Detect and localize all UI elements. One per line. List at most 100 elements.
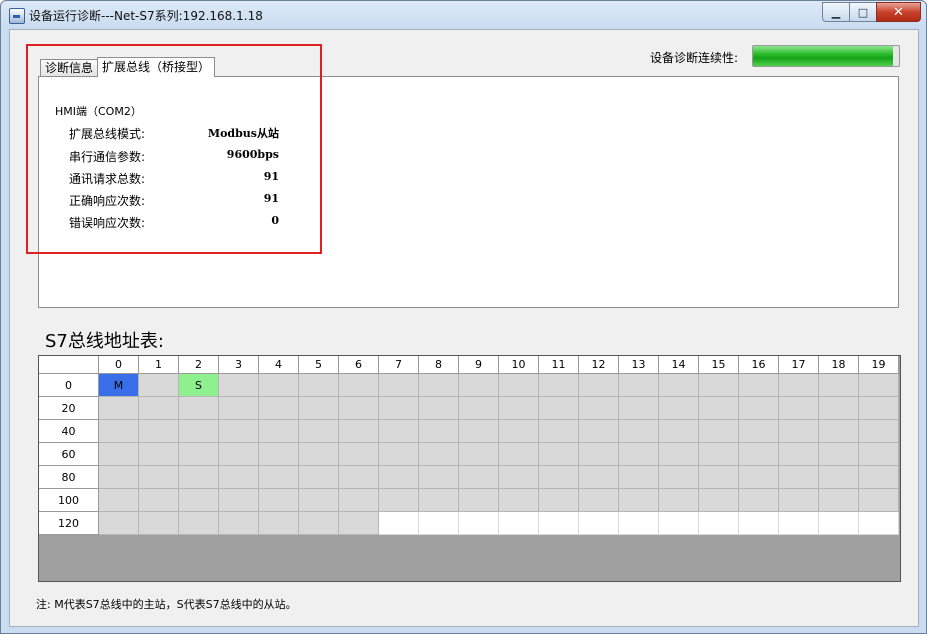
address-cell[interactable] xyxy=(338,488,379,512)
address-cell[interactable] xyxy=(178,488,219,512)
address-cell[interactable] xyxy=(258,488,299,512)
maximize-button[interactable]: □ xyxy=(849,2,877,22)
address-cell[interactable] xyxy=(498,373,539,397)
address-cell[interactable] xyxy=(418,396,459,420)
address-cell[interactable] xyxy=(338,396,379,420)
address-cell[interactable] xyxy=(698,442,739,466)
address-cell[interactable] xyxy=(818,465,859,489)
address-cell[interactable] xyxy=(178,396,219,420)
address-cell[interactable] xyxy=(778,396,819,420)
address-cell[interactable] xyxy=(618,488,659,512)
address-cell[interactable] xyxy=(818,488,859,512)
close-button[interactable]: ✕ xyxy=(876,2,921,22)
address-cell[interactable] xyxy=(98,511,139,535)
address-cell[interactable] xyxy=(858,511,899,535)
address-cell[interactable] xyxy=(778,488,819,512)
address-cell[interactable] xyxy=(738,511,779,535)
address-cell[interactable] xyxy=(258,396,299,420)
address-cell[interactable] xyxy=(778,442,819,466)
address-cell[interactable] xyxy=(618,373,659,397)
address-cell[interactable] xyxy=(418,488,459,512)
address-cell[interactable] xyxy=(738,442,779,466)
address-cell[interactable] xyxy=(298,465,339,489)
address-cell[interactable] xyxy=(858,488,899,512)
address-cell[interactable] xyxy=(138,442,179,466)
master-station-cell[interactable]: M xyxy=(98,373,139,397)
address-cell[interactable] xyxy=(698,373,739,397)
address-cell[interactable] xyxy=(738,419,779,443)
address-cell[interactable] xyxy=(178,465,219,489)
address-cell[interactable] xyxy=(258,465,299,489)
address-cell[interactable] xyxy=(858,373,899,397)
address-cell[interactable] xyxy=(98,488,139,512)
address-cell[interactable] xyxy=(338,442,379,466)
address-cell[interactable] xyxy=(698,465,739,489)
address-cell[interactable] xyxy=(498,396,539,420)
address-cell[interactable] xyxy=(498,511,539,535)
address-cell[interactable] xyxy=(258,373,299,397)
address-cell[interactable] xyxy=(618,396,659,420)
address-cell[interactable] xyxy=(498,465,539,489)
address-cell[interactable] xyxy=(538,396,579,420)
address-cell[interactable] xyxy=(658,419,699,443)
address-cell[interactable] xyxy=(378,396,419,420)
address-cell[interactable] xyxy=(458,488,499,512)
address-cell[interactable] xyxy=(418,419,459,443)
address-cell[interactable] xyxy=(298,511,339,535)
address-cell[interactable] xyxy=(218,442,259,466)
address-cell[interactable] xyxy=(618,511,659,535)
address-cell[interactable] xyxy=(538,465,579,489)
address-cell[interactable] xyxy=(658,511,699,535)
address-cell[interactable] xyxy=(578,419,619,443)
address-cell[interactable] xyxy=(578,488,619,512)
address-cell[interactable] xyxy=(98,419,139,443)
address-cell[interactable] xyxy=(818,511,859,535)
address-cell[interactable] xyxy=(498,442,539,466)
address-cell[interactable] xyxy=(338,373,379,397)
address-cell[interactable] xyxy=(458,373,499,397)
title-bar[interactable]: 设备运行诊断---Net-S7系列:192.168.1.18 ▁ □ ✕ xyxy=(1,1,926,29)
address-cell[interactable] xyxy=(98,396,139,420)
address-cell[interactable] xyxy=(138,373,179,397)
address-cell[interactable] xyxy=(778,419,819,443)
address-cell[interactable] xyxy=(98,442,139,466)
address-cell[interactable] xyxy=(378,373,419,397)
address-cell[interactable] xyxy=(218,465,259,489)
address-cell[interactable] xyxy=(138,511,179,535)
address-cell[interactable] xyxy=(738,465,779,489)
address-cell[interactable] xyxy=(98,465,139,489)
address-cell[interactable] xyxy=(858,442,899,466)
address-cell[interactable] xyxy=(298,419,339,443)
address-cell[interactable] xyxy=(538,511,579,535)
address-cell[interactable] xyxy=(258,419,299,443)
address-cell[interactable] xyxy=(378,419,419,443)
address-cell[interactable] xyxy=(258,442,299,466)
address-cell[interactable] xyxy=(778,511,819,535)
address-cell[interactable] xyxy=(218,488,259,512)
address-cell[interactable] xyxy=(538,442,579,466)
address-cell[interactable] xyxy=(738,488,779,512)
address-cell[interactable] xyxy=(658,465,699,489)
address-cell[interactable] xyxy=(378,465,419,489)
address-cell[interactable] xyxy=(538,488,579,512)
address-cell[interactable] xyxy=(298,488,339,512)
address-cell[interactable] xyxy=(778,465,819,489)
address-cell[interactable] xyxy=(618,419,659,443)
address-cell[interactable] xyxy=(338,511,379,535)
address-cell[interactable] xyxy=(218,373,259,397)
address-cell[interactable] xyxy=(698,511,739,535)
address-cell[interactable] xyxy=(258,511,299,535)
address-cell[interactable] xyxy=(578,442,619,466)
address-cell[interactable] xyxy=(378,511,419,535)
address-cell[interactable] xyxy=(578,511,619,535)
address-cell[interactable] xyxy=(498,488,539,512)
address-cell[interactable] xyxy=(818,419,859,443)
address-cell[interactable] xyxy=(338,419,379,443)
address-cell[interactable] xyxy=(618,442,659,466)
address-cell[interactable] xyxy=(658,442,699,466)
address-cell[interactable] xyxy=(538,373,579,397)
address-cell[interactable] xyxy=(858,465,899,489)
address-cell[interactable] xyxy=(298,396,339,420)
address-cell[interactable] xyxy=(138,419,179,443)
address-cell[interactable] xyxy=(218,396,259,420)
